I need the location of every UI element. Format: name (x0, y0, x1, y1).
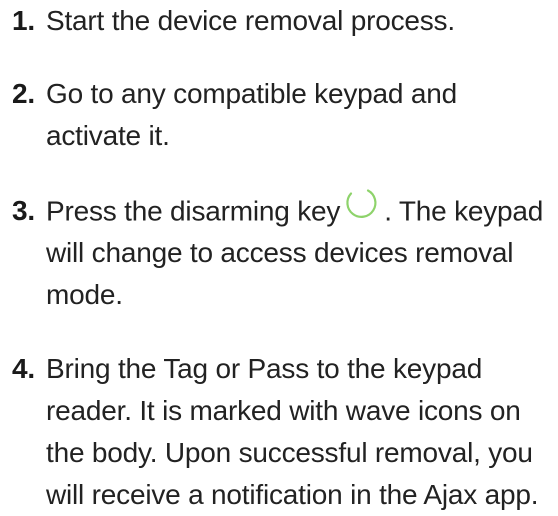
step-text-segment: . The keypad (384, 195, 544, 227)
step-number: 2. (12, 78, 35, 109)
step-text-line: mode. (46, 279, 123, 310)
step-number: 3. (12, 195, 35, 226)
step-text-segment: Press the disarming key (46, 195, 341, 227)
step-text-line: the body. Upon successful removal, you (46, 437, 533, 468)
step-number: 1. (12, 5, 35, 36)
step-text-line: Go to any compatible keypad and (46, 78, 457, 109)
step-text-line: will receive a notification in the Ajax … (46, 479, 539, 510)
disarm-key-icon (342, 184, 382, 236)
step-text-line: activate it. (46, 120, 170, 151)
step-number: 4. (12, 353, 35, 384)
step-text-line: will change to access devices removal (46, 237, 514, 268)
step-text-line: Press the disarming key . The keypad (46, 189, 544, 236)
step-text-line: Bring the Tag or Pass to the keypad (46, 353, 483, 384)
step-text-line: reader. It is marked with wave icons on (46, 395, 521, 426)
step-text-line: Start the device removal process. (46, 5, 455, 36)
